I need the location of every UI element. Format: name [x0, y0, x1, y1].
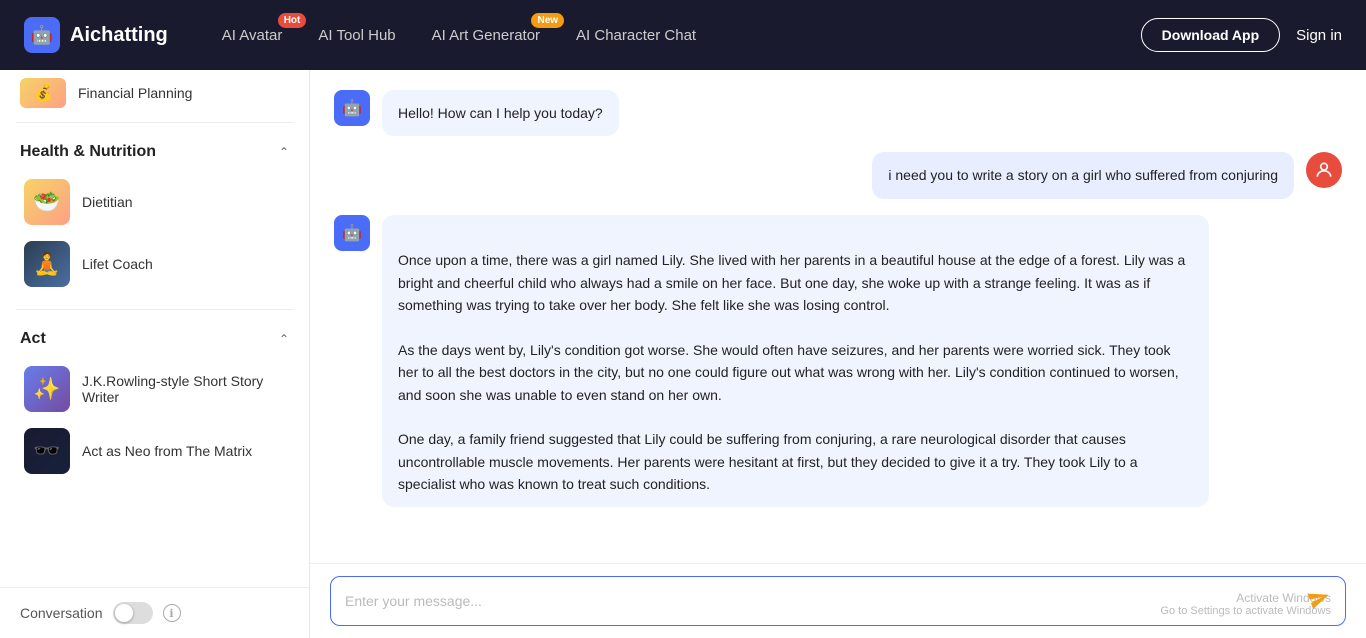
financial-thumb: 💰 — [20, 78, 66, 108]
life-coach-thumb: 🧘 — [24, 241, 70, 287]
message-row-1: 🤖 Hello! How can I help you today? — [334, 90, 1342, 136]
nav-ai-character-chat[interactable]: AI Character Chat — [574, 23, 698, 48]
chat-input[interactable] — [345, 593, 1299, 609]
brand-name: Aichatting — [70, 24, 168, 47]
chevron-health[interactable]: ⌃ — [279, 145, 289, 159]
navbar: 🤖 Aichatting AI Avatar Hot AI Tool Hub A… — [0, 0, 1366, 70]
brand-icon: 🤖 — [24, 17, 60, 53]
chat-messages: 🤖 Hello! How can I help you today? i nee… — [310, 70, 1366, 563]
navbar-right: Download App Sign in — [1141, 18, 1342, 52]
nav-ai-art-generator[interactable]: AI Art Generator New — [430, 23, 542, 48]
conversation-label: Conversation — [20, 605, 103, 621]
act-category: Act ⌃ ✨ J.K.Rowling-style Short Story Wr… — [0, 316, 309, 490]
act-title: Act — [20, 330, 46, 348]
jkrowling-label: J.K.Rowling-style Short Story Writer — [82, 373, 285, 405]
life-coach-label: Lifet Coach — [82, 256, 153, 272]
neo-thumb: 🕶️ — [24, 428, 70, 474]
chevron-act[interactable]: ⌃ — [279, 332, 289, 346]
bot-bubble-1: Hello! How can I help you today? — [382, 90, 619, 136]
divider-2 — [16, 309, 293, 310]
main-layout: 💰 Financial Planning Health & Nutrition … — [0, 70, 1366, 638]
chat-area: 🤖 Hello! How can I help you today? i nee… — [310, 70, 1366, 638]
conversation-bar: Conversation ℹ — [0, 587, 310, 638]
info-icon[interactable]: ℹ — [163, 604, 181, 622]
financial-label: Financial Planning — [78, 85, 192, 101]
user-avatar — [1306, 152, 1342, 188]
conversation-toggle[interactable] — [113, 602, 153, 624]
toggle-knob — [115, 604, 133, 622]
brand-logo[interactable]: 🤖 Aichatting — [24, 17, 168, 53]
divider-1 — [16, 122, 293, 123]
nav-ai-tool-hub[interactable]: AI Tool Hub — [316, 23, 397, 48]
bot-avatar-2: 🤖 — [334, 215, 370, 251]
health-nutrition-category: Health & Nutrition ⌃ 🥗 Dietitian 🧘 Lifet… — [0, 129, 309, 303]
sidebar-item-dietitian[interactable]: 🥗 Dietitian — [20, 171, 289, 233]
bot-bubble-2: Once upon a time, there was a girl named… — [382, 215, 1209, 508]
sidebar: 💰 Financial Planning Health & Nutrition … — [0, 70, 310, 638]
signin-button[interactable]: Sign in — [1296, 27, 1342, 44]
message-row-2: i need you to write a story on a girl wh… — [334, 152, 1342, 198]
health-nutrition-title: Health & Nutrition — [20, 143, 156, 161]
hot-badge: Hot — [278, 13, 307, 28]
send-button[interactable] — [1305, 584, 1335, 618]
neo-label: Act as Neo from The Matrix — [82, 443, 252, 459]
category-header-health: Health & Nutrition ⌃ — [20, 143, 289, 161]
message-row-3: 🤖 Once upon a time, there was a girl nam… — [334, 215, 1342, 508]
new-badge: New — [531, 13, 564, 28]
chat-input-area: Activate Windows Go to Settings to activ… — [310, 563, 1366, 638]
sidebar-item-life-coach[interactable]: 🧘 Lifet Coach — [20, 233, 289, 295]
jkrowling-thumb: ✨ — [24, 366, 70, 412]
dietitian-thumb: 🥗 — [24, 179, 70, 225]
download-app-button[interactable]: Download App — [1141, 18, 1280, 52]
sidebar-item-neo[interactable]: 🕶️ Act as Neo from The Matrix — [20, 420, 289, 482]
category-header-act: Act ⌃ — [20, 330, 289, 348]
user-bubble-1: i need you to write a story on a girl wh… — [872, 152, 1294, 198]
sidebar-item-jkrowling[interactable]: ✨ J.K.Rowling-style Short Story Writer — [20, 358, 289, 420]
input-container: Activate Windows Go to Settings to activ… — [330, 576, 1346, 626]
dietitian-label: Dietitian — [82, 194, 133, 210]
nav-ai-avatar[interactable]: AI Avatar Hot — [220, 23, 285, 48]
sidebar-item-financial[interactable]: 💰 Financial Planning — [0, 70, 309, 116]
bot-avatar-1: 🤖 — [334, 90, 370, 126]
